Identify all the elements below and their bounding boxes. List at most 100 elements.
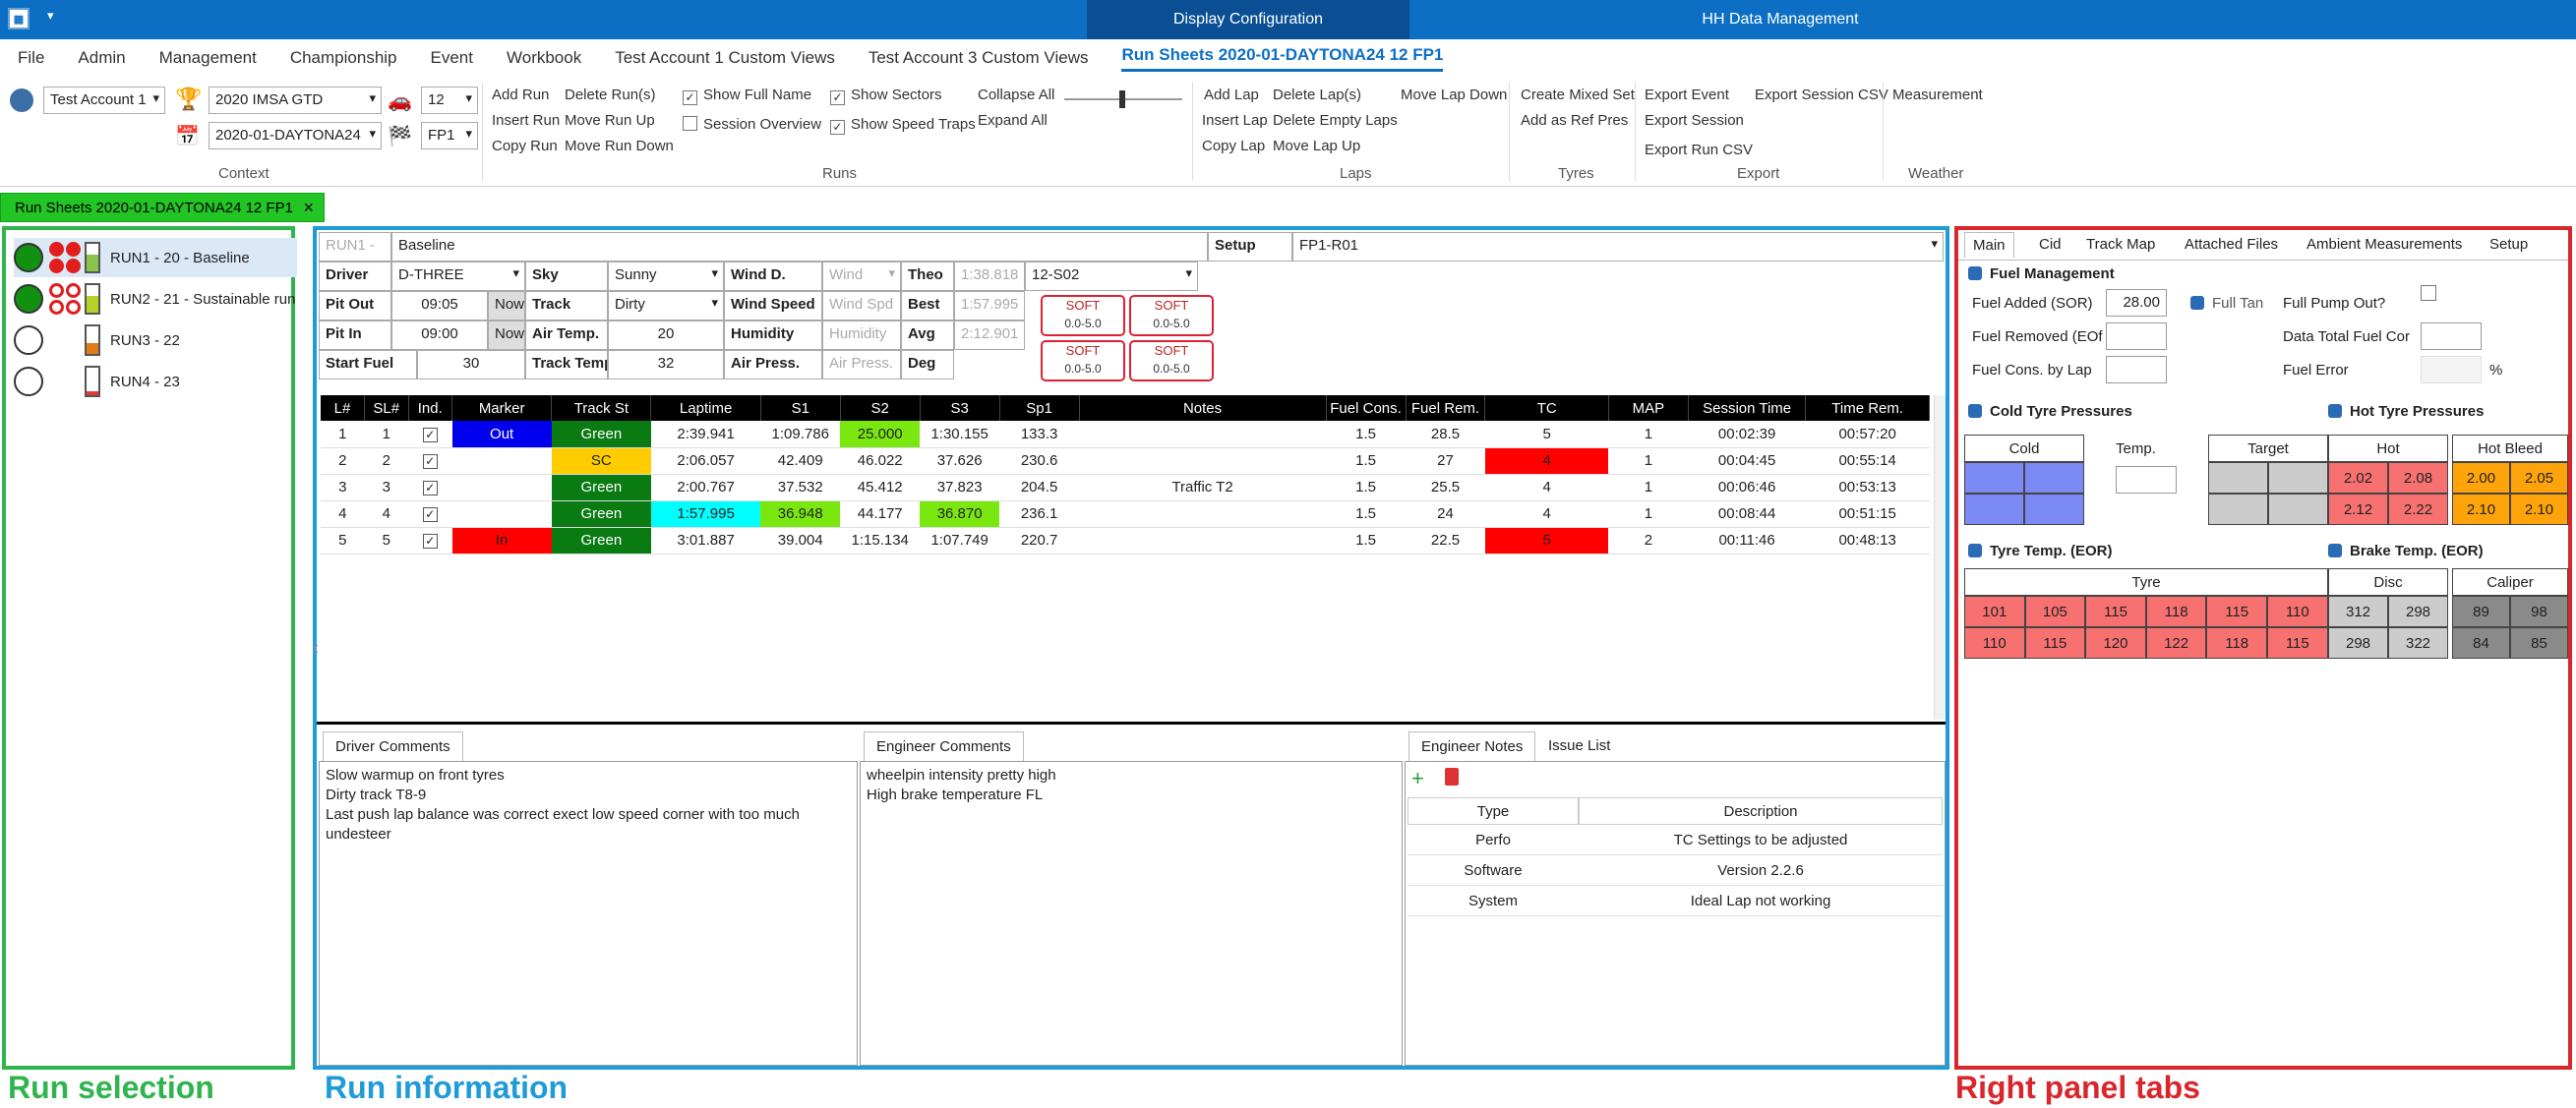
lap-cell[interactable]: 00:08:44 xyxy=(1688,500,1806,528)
lap-cell[interactable]: 39.004 xyxy=(760,527,841,554)
lap-cell[interactable]: 28.5 xyxy=(1406,421,1485,448)
lap-row[interactable]: 3 3 ✓ Green 2:00.767 37.532 45.412 37.823 204.5 T… xyxy=(321,474,1930,501)
driver-select[interactable]: D-THREE xyxy=(391,262,525,291)
cold-fr[interactable] xyxy=(2024,462,2084,494)
lap-cell[interactable]: In xyxy=(451,527,552,554)
add-note-icon[interactable]: + xyxy=(1411,766,1424,791)
caliper-temp-cell[interactable]: 85 xyxy=(2510,627,2568,659)
lap-cell[interactable]: 5 xyxy=(364,527,409,554)
track-select[interactable]: Dirty xyxy=(608,291,724,321)
lap-cell[interactable]: 1 xyxy=(364,421,409,448)
tyre-set-rr[interactable]: SOFT 0.0-5.0 xyxy=(1129,340,1214,381)
note-type-cell[interactable]: System xyxy=(1408,886,1579,916)
note-type-cell[interactable]: Perfo xyxy=(1408,825,1579,855)
export-session-button[interactable]: Export Session xyxy=(1645,112,1744,129)
lap-cell[interactable]: 236.1 xyxy=(999,500,1080,528)
lap-cell[interactable]: ✓ xyxy=(408,527,452,554)
add-run-button[interactable]: Add Run xyxy=(492,87,549,103)
humidity-input[interactable]: Humidity xyxy=(822,321,901,350)
tab-engineer-comments[interactable]: Engineer Comments xyxy=(864,731,1024,761)
laps-column-header[interactable]: TC xyxy=(1484,395,1609,421)
tyre-temp-cell[interactable]: 101 xyxy=(1964,596,2025,627)
note-description-cell[interactable]: Ideal Lap not working xyxy=(1579,886,1943,916)
lap-cell[interactable]: 2:00.767 xyxy=(650,474,761,501)
lap-cell[interactable]: 3 xyxy=(364,474,409,501)
lap-row[interactable]: 4 4 ✓ Green 1:57.995 36.948 44.177 36.870 236.1 1… xyxy=(321,500,1930,528)
target-fr[interactable] xyxy=(2268,462,2328,494)
fuel-cons-by-lap-input[interactable] xyxy=(2106,356,2167,383)
lap-cell[interactable]: 37.823 xyxy=(920,474,1000,501)
pit-in-input[interactable]: 09:00 xyxy=(391,321,488,350)
lap-cell[interactable]: 22.5 xyxy=(1406,527,1485,554)
account-select[interactable]: Test Account 1 xyxy=(43,87,165,114)
disc-temp-cell[interactable]: 298 xyxy=(2388,596,2448,627)
include-lap-checkbox[interactable]: ✓ xyxy=(422,534,438,549)
menu-custom-views-1[interactable]: Test Account 1 Custom Views xyxy=(615,48,835,68)
wind-speed-input[interactable]: Wind Spd xyxy=(822,291,901,321)
note-type-cell[interactable]: Software xyxy=(1408,855,1579,886)
tyre-set-fr[interactable]: SOFT 0.0-5.0 xyxy=(1129,295,1214,336)
tab-ambient-measurements[interactable]: Ambient Measurements xyxy=(2306,236,2462,253)
bleed-fr[interactable]: 2.05 xyxy=(2510,462,2568,494)
caliper-temp-cell[interactable]: 98 xyxy=(2510,596,2568,627)
pit-in-now-button[interactable]: Now xyxy=(488,321,525,350)
lap-cell[interactable] xyxy=(451,447,552,475)
quick-access-dropdown-icon[interactable]: ▾ xyxy=(47,8,54,24)
lap-cell[interactable]: 36.948 xyxy=(760,500,841,528)
laps-column-header[interactable]: Track St xyxy=(551,395,652,421)
lap-cell[interactable]: 1:15.134 xyxy=(840,527,921,554)
hot-fl[interactable]: 2.02 xyxy=(2328,462,2388,494)
delete-laps-button[interactable]: Delete Lap(s) xyxy=(1273,87,1361,103)
laps-column-header[interactable]: S2 xyxy=(840,395,921,421)
copy-run-button[interactable]: Copy Run xyxy=(492,138,558,154)
tyre-temp-cell[interactable]: 115 xyxy=(2024,627,2086,659)
move-run-down-button[interactable]: Move Run Down xyxy=(565,138,674,154)
setup-select[interactable]: FP1-R01 xyxy=(1292,232,1944,262)
cold-rr[interactable] xyxy=(2024,494,2084,525)
lap-cell[interactable]: 2 xyxy=(321,447,365,475)
lap-cell[interactable]: 00:57:20 xyxy=(1805,421,1930,448)
sky-select[interactable]: Sunny xyxy=(608,262,724,291)
tyre-temp-cell[interactable]: 115 xyxy=(2206,596,2267,627)
insert-lap-button[interactable]: Insert Lap xyxy=(1202,112,1268,129)
lap-row[interactable]: 2 2 ✓ SC 2:06.057 42.409 46.022 37.626 230.6 1.5 2… xyxy=(321,447,1930,475)
lap-cell[interactable]: 2 xyxy=(364,447,409,475)
laps-column-header[interactable]: Notes xyxy=(1079,395,1327,421)
app-icon[interactable]: ▦ xyxy=(8,8,30,29)
theo-select[interactable]: 12-S02 xyxy=(1025,262,1198,291)
wind-direction-select[interactable]: Wind xyxy=(822,262,901,291)
air-press-input[interactable]: Air Press. xyxy=(822,350,901,379)
full-tank-button[interactable]: Full Tan xyxy=(2190,295,2263,312)
lap-cell[interactable]: 204.5 xyxy=(999,474,1080,501)
event-select[interactable]: 2020-01-DAYTONA24 xyxy=(209,122,382,149)
run-name-input[interactable]: Baseline xyxy=(391,232,1208,262)
menu-event[interactable]: Event xyxy=(431,48,473,68)
note-description-cell[interactable]: Version 2.2.6 xyxy=(1579,855,1943,886)
laps-column-header[interactable]: Fuel Cons. xyxy=(1326,395,1407,421)
lap-cell[interactable]: 4 xyxy=(1484,447,1609,475)
run-list-item[interactable]: RUN4 - 23 xyxy=(14,362,297,401)
lap-cell[interactable]: 1.5 xyxy=(1326,500,1407,528)
tyre-temp-cell[interactable]: 110 xyxy=(1964,627,2025,659)
delete-note-icon[interactable] xyxy=(1445,768,1459,786)
start-fuel-input[interactable]: 30 xyxy=(417,350,525,379)
cold-rl[interactable] xyxy=(1964,494,2024,525)
menu-file[interactable]: File xyxy=(18,48,44,68)
bleed-fl[interactable]: 2.00 xyxy=(2452,462,2510,494)
lap-cell[interactable]: 45.412 xyxy=(840,474,921,501)
display-configuration-tab[interactable]: Display Configuration xyxy=(1087,0,1409,39)
lap-cell[interactable]: Out xyxy=(451,421,552,448)
lap-cell[interactable]: SC xyxy=(551,447,651,475)
menu-admin[interactable]: Admin xyxy=(78,48,125,68)
lap-cell[interactable]: 27 xyxy=(1406,447,1485,475)
lap-cell[interactable]: Green xyxy=(551,474,651,501)
lap-cell[interactable]: 133.3 xyxy=(999,421,1080,448)
include-lap-checkbox[interactable]: ✓ xyxy=(422,427,438,442)
lap-cell[interactable]: 00:04:45 xyxy=(1688,447,1806,475)
lap-cell[interactable]: 00:06:46 xyxy=(1688,474,1806,501)
show-speed-traps-checkbox[interactable]: ✓ Show Speed Traps xyxy=(830,116,976,135)
laps-column-header[interactable]: Laptime xyxy=(650,395,761,421)
move-lap-down-button[interactable]: Move Lap Down xyxy=(1401,87,1507,103)
tyre-temp-cell[interactable]: 115 xyxy=(2085,596,2146,627)
lap-cell[interactable]: 1:09.786 xyxy=(760,421,841,448)
